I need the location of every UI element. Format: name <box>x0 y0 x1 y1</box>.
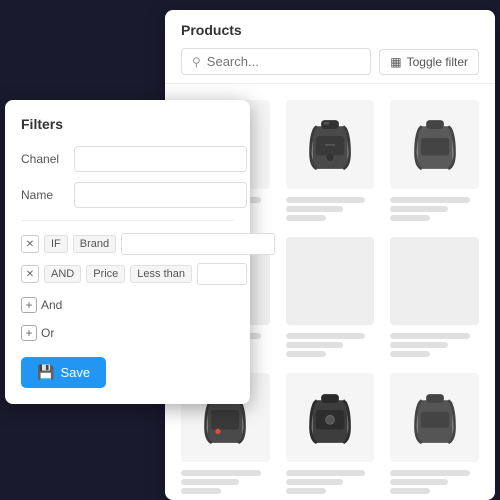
product-lines <box>286 197 375 221</box>
product-image <box>286 100 375 189</box>
search-bar: ⚲ ▦ Toggle filter <box>181 48 479 75</box>
product-line <box>390 342 448 348</box>
product-image <box>286 237 375 326</box>
product-image <box>390 373 479 462</box>
product-line <box>286 333 366 339</box>
products-header: Products ⚲ ▦ Toggle filter <box>165 10 495 84</box>
add-and-label: And <box>41 298 62 312</box>
product-line <box>181 470 261 476</box>
save-button[interactable]: 💾 Save <box>21 357 106 388</box>
product-lines <box>390 197 479 221</box>
product-lines <box>286 470 375 494</box>
add-and-button[interactable]: + And <box>21 293 62 317</box>
filter-rule-2: ✕ AND Price Less than <box>21 263 234 285</box>
product-line <box>390 479 448 485</box>
product-line <box>286 351 326 357</box>
filter-label-chanel: Chanel <box>21 152 66 166</box>
product-line <box>390 333 470 339</box>
filter-divider <box>21 220 234 221</box>
product-line <box>390 206 448 212</box>
rule-connector-and: AND <box>44 265 81 283</box>
search-input[interactable] <box>207 54 360 69</box>
product-line <box>390 470 470 476</box>
add-or-button[interactable]: + Or <box>21 321 54 345</box>
product-line <box>181 479 239 485</box>
product-card[interactable] <box>278 229 383 366</box>
filter-icon: ▦ <box>390 55 401 69</box>
filter-label-name: Name <box>21 188 66 202</box>
product-lines <box>390 470 479 494</box>
product-line <box>286 479 344 485</box>
add-and-icon: + <box>21 297 37 313</box>
toggle-filter-label: Toggle filter <box>407 55 468 69</box>
add-or-icon: + <box>21 325 37 341</box>
rule-field-brand: Brand <box>73 235 116 253</box>
product-lines <box>181 470 270 494</box>
product-lines <box>286 333 375 357</box>
filters-panel: Filters Chanel Name ✕ IF Brand ✕ AND Pri… <box>5 100 250 404</box>
product-line <box>286 342 344 348</box>
save-icon: 💾 <box>37 364 54 381</box>
filters-footer: 💾 Save <box>21 357 234 388</box>
remove-rule-2-button[interactable]: ✕ <box>21 265 39 283</box>
product-line <box>181 488 221 494</box>
filter-input-name[interactable] <box>74 182 247 208</box>
product-line <box>286 215 326 221</box>
product-line <box>390 488 430 494</box>
product-line <box>286 197 366 203</box>
product-card[interactable] <box>382 92 487 229</box>
filter-field-name: Name <box>21 182 234 208</box>
rule-operator-less-than: Less than <box>130 265 192 283</box>
product-image <box>286 373 375 462</box>
save-label: Save <box>60 365 90 380</box>
filter-field-chanel: Chanel <box>21 146 234 172</box>
filter-input-chanel[interactable] <box>74 146 247 172</box>
product-line <box>286 470 366 476</box>
product-line <box>286 488 326 494</box>
rule-connector-if: IF <box>44 235 68 253</box>
product-image <box>390 100 479 189</box>
product-line <box>286 206 344 212</box>
product-card[interactable] <box>278 92 383 229</box>
search-icon: ⚲ <box>192 55 201 69</box>
rule-field-price: Price <box>86 265 125 283</box>
rule-value-brand-input[interactable] <box>121 233 275 255</box>
product-line <box>390 197 470 203</box>
filter-rule-1: ✕ IF Brand <box>21 233 234 255</box>
product-line <box>390 351 430 357</box>
rule-value-price-input[interactable] <box>197 263 247 285</box>
product-line <box>390 215 430 221</box>
product-card[interactable] <box>382 229 487 366</box>
product-card[interactable] <box>278 365 383 499</box>
product-image <box>390 237 479 326</box>
remove-rule-1-button[interactable]: ✕ <box>21 235 39 253</box>
search-input-wrap: ⚲ <box>181 48 371 75</box>
products-title: Products <box>181 22 479 38</box>
filters-title: Filters <box>21 116 234 132</box>
toggle-filter-button[interactable]: ▦ Toggle filter <box>379 49 479 75</box>
product-lines <box>390 333 479 357</box>
add-or-label: Or <box>41 326 54 340</box>
product-card[interactable] <box>382 365 487 499</box>
